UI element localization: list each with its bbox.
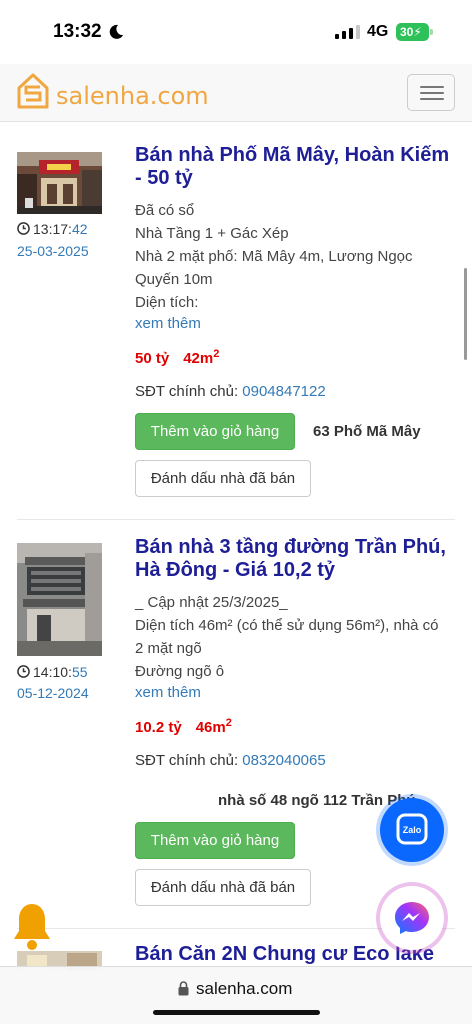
svg-text:Zalo: Zalo xyxy=(403,825,422,835)
notification-bell-icon[interactable] xyxy=(10,901,54,951)
messenger-icon xyxy=(395,902,429,934)
listing-item: Bán Căn 2N Chung cư Eco lake xyxy=(0,0,472,1024)
browser-url-bar[interactable]: salenha.com xyxy=(0,966,472,1024)
url-text[interactable]: salenha.com xyxy=(196,979,292,999)
lock-icon xyxy=(178,981,189,996)
messenger-chat-button[interactable] xyxy=(380,886,444,950)
home-indicator xyxy=(153,1010,320,1015)
zalo-icon: Zalo xyxy=(396,813,428,845)
zalo-chat-button[interactable]: Zalo xyxy=(380,798,444,862)
